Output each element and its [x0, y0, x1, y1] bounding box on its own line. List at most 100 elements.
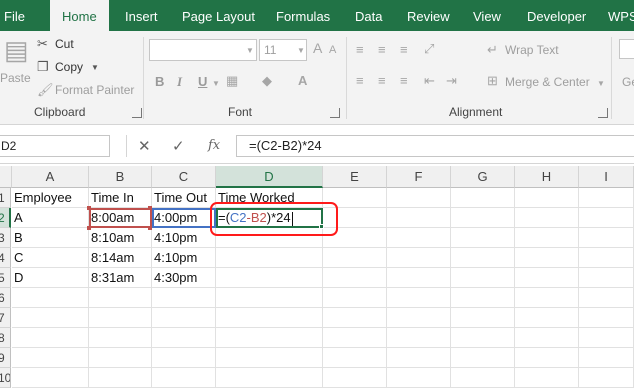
cell-g2[interactable]: [451, 208, 515, 228]
cell-g1[interactable]: [451, 188, 515, 208]
cell-g10[interactable]: [451, 368, 515, 388]
cell-b9[interactable]: [89, 348, 152, 368]
column-header-h[interactable]: H: [515, 166, 579, 188]
cell-i10[interactable]: [579, 368, 634, 388]
row-header-3[interactable]: 3: [0, 228, 11, 248]
row-header-10[interactable]: 10: [0, 368, 11, 388]
cell-c9[interactable]: [152, 348, 216, 368]
cell-f4[interactable]: [387, 248, 451, 268]
cell-h10[interactable]: [515, 368, 579, 388]
cell-h7[interactable]: [515, 308, 579, 328]
cell-c8[interactable]: [152, 328, 216, 348]
cell-f2[interactable]: [387, 208, 451, 228]
cell-b2[interactable]: 8:00am: [89, 208, 152, 228]
font-size-dropdown-icon[interactable]: ▼: [297, 44, 305, 58]
cell-c7[interactable]: [152, 308, 216, 328]
cell-i1[interactable]: [579, 188, 634, 208]
cell-e6[interactable]: [323, 288, 387, 308]
cell-h3[interactable]: [515, 228, 579, 248]
column-header-i[interactable]: I: [579, 166, 634, 188]
decrease-font-icon[interactable]: A: [329, 43, 336, 57]
cell-c4[interactable]: 4:10pm: [152, 248, 216, 268]
reference-resize-handle[interactable]: [148, 226, 152, 230]
cell-a3[interactable]: B: [12, 228, 89, 248]
cell-g6[interactable]: [451, 288, 515, 308]
row-header-5[interactable]: 5: [0, 268, 11, 288]
select-all-corner[interactable]: [0, 166, 12, 188]
align-middle-icon[interactable]: ≡: [378, 43, 386, 57]
row-header-2[interactable]: 2: [0, 208, 11, 228]
cell-b10[interactable]: [89, 368, 152, 388]
column-header-a[interactable]: A: [12, 166, 89, 188]
cell-i5[interactable]: [579, 268, 634, 288]
tab-review[interactable]: Review: [407, 0, 450, 31]
italic-button[interactable]: I: [177, 74, 182, 90]
cell-g9[interactable]: [451, 348, 515, 368]
cell-h9[interactable]: [515, 348, 579, 368]
cell-i8[interactable]: [579, 328, 634, 348]
cell-i4[interactable]: [579, 248, 634, 268]
tab-developer[interactable]: Developer: [527, 0, 586, 31]
cell-d9[interactable]: [216, 348, 323, 368]
row-header-6[interactable]: 6: [0, 288, 11, 308]
align-bottom-icon[interactable]: ≡: [400, 43, 408, 57]
tab-data[interactable]: Data: [355, 0, 382, 31]
cell-b8[interactable]: [89, 328, 152, 348]
format-painter-button[interactable]: Format Painter: [55, 83, 134, 97]
clipboard-launcher-icon[interactable]: [132, 108, 142, 118]
underline-dropdown-icon[interactable]: ▼: [212, 77, 220, 91]
cell-f7[interactable]: [387, 308, 451, 328]
row-header-8[interactable]: 8: [0, 328, 11, 348]
align-center-icon[interactable]: ≡: [378, 74, 386, 88]
cell-d6[interactable]: [216, 288, 323, 308]
chevron-down-icon[interactable]: ▼: [91, 61, 99, 75]
font-name-input[interactable]: [149, 39, 257, 61]
cell-d7[interactable]: [216, 308, 323, 328]
cell-g5[interactable]: [451, 268, 515, 288]
cancel-icon[interactable]: ✕: [138, 137, 151, 155]
column-header-d[interactable]: D: [216, 166, 323, 188]
cell-i6[interactable]: [579, 288, 634, 308]
cut-button[interactable]: Cut: [55, 37, 74, 51]
enter-icon[interactable]: ✓: [172, 137, 185, 155]
paste-button[interactable]: Paste: [0, 71, 31, 85]
cell-h5[interactable]: [515, 268, 579, 288]
cell-c10[interactable]: [152, 368, 216, 388]
cell-b7[interactable]: [89, 308, 152, 328]
cell-i9[interactable]: [579, 348, 634, 368]
borders-icon[interactable]: ▦: [226, 74, 238, 88]
increase-font-icon[interactable]: A: [313, 41, 322, 55]
formula-input[interactable]: =(C2-B2)*24: [236, 135, 634, 157]
bold-button[interactable]: B: [155, 74, 164, 90]
fill-color-icon[interactable]: ◆: [262, 74, 272, 88]
underline-button[interactable]: U: [198, 74, 207, 90]
row-header-9[interactable]: 9: [0, 348, 11, 368]
cell-f8[interactable]: [387, 328, 451, 348]
reference-resize-handle[interactable]: [148, 206, 152, 210]
cell-f3[interactable]: [387, 228, 451, 248]
cell-g8[interactable]: [451, 328, 515, 348]
number-format-dropdown[interactable]: [619, 39, 634, 59]
decrease-indent-icon[interactable]: ⇤: [424, 74, 435, 88]
cell-a2[interactable]: A: [12, 208, 89, 228]
row-header-1[interactable]: 1: [0, 188, 11, 208]
font-color-icon[interactable]: A: [298, 74, 307, 88]
cell-c5[interactable]: 4:30pm: [152, 268, 216, 288]
cell-h1[interactable]: [515, 188, 579, 208]
tab-view[interactable]: View: [473, 0, 501, 31]
cell-c1[interactable]: Time Out: [152, 188, 216, 208]
cell-c6[interactable]: [152, 288, 216, 308]
copy-button[interactable]: Copy: [55, 60, 83, 74]
cell-g4[interactable]: [451, 248, 515, 268]
cell-e10[interactable]: [323, 368, 387, 388]
reference-resize-handle[interactable]: [87, 226, 91, 230]
cell-b5[interactable]: 8:31am: [89, 268, 152, 288]
column-header-c[interactable]: C: [152, 166, 216, 188]
alignment-launcher-icon[interactable]: [598, 108, 608, 118]
merge-center-button[interactable]: Merge & Center: [505, 75, 590, 89]
row-header-4[interactable]: 4: [0, 248, 11, 268]
column-header-b[interactable]: B: [89, 166, 152, 188]
cell-b4[interactable]: 8:14am: [89, 248, 152, 268]
tab-home[interactable]: Home: [50, 0, 109, 32]
cell-g3[interactable]: [451, 228, 515, 248]
